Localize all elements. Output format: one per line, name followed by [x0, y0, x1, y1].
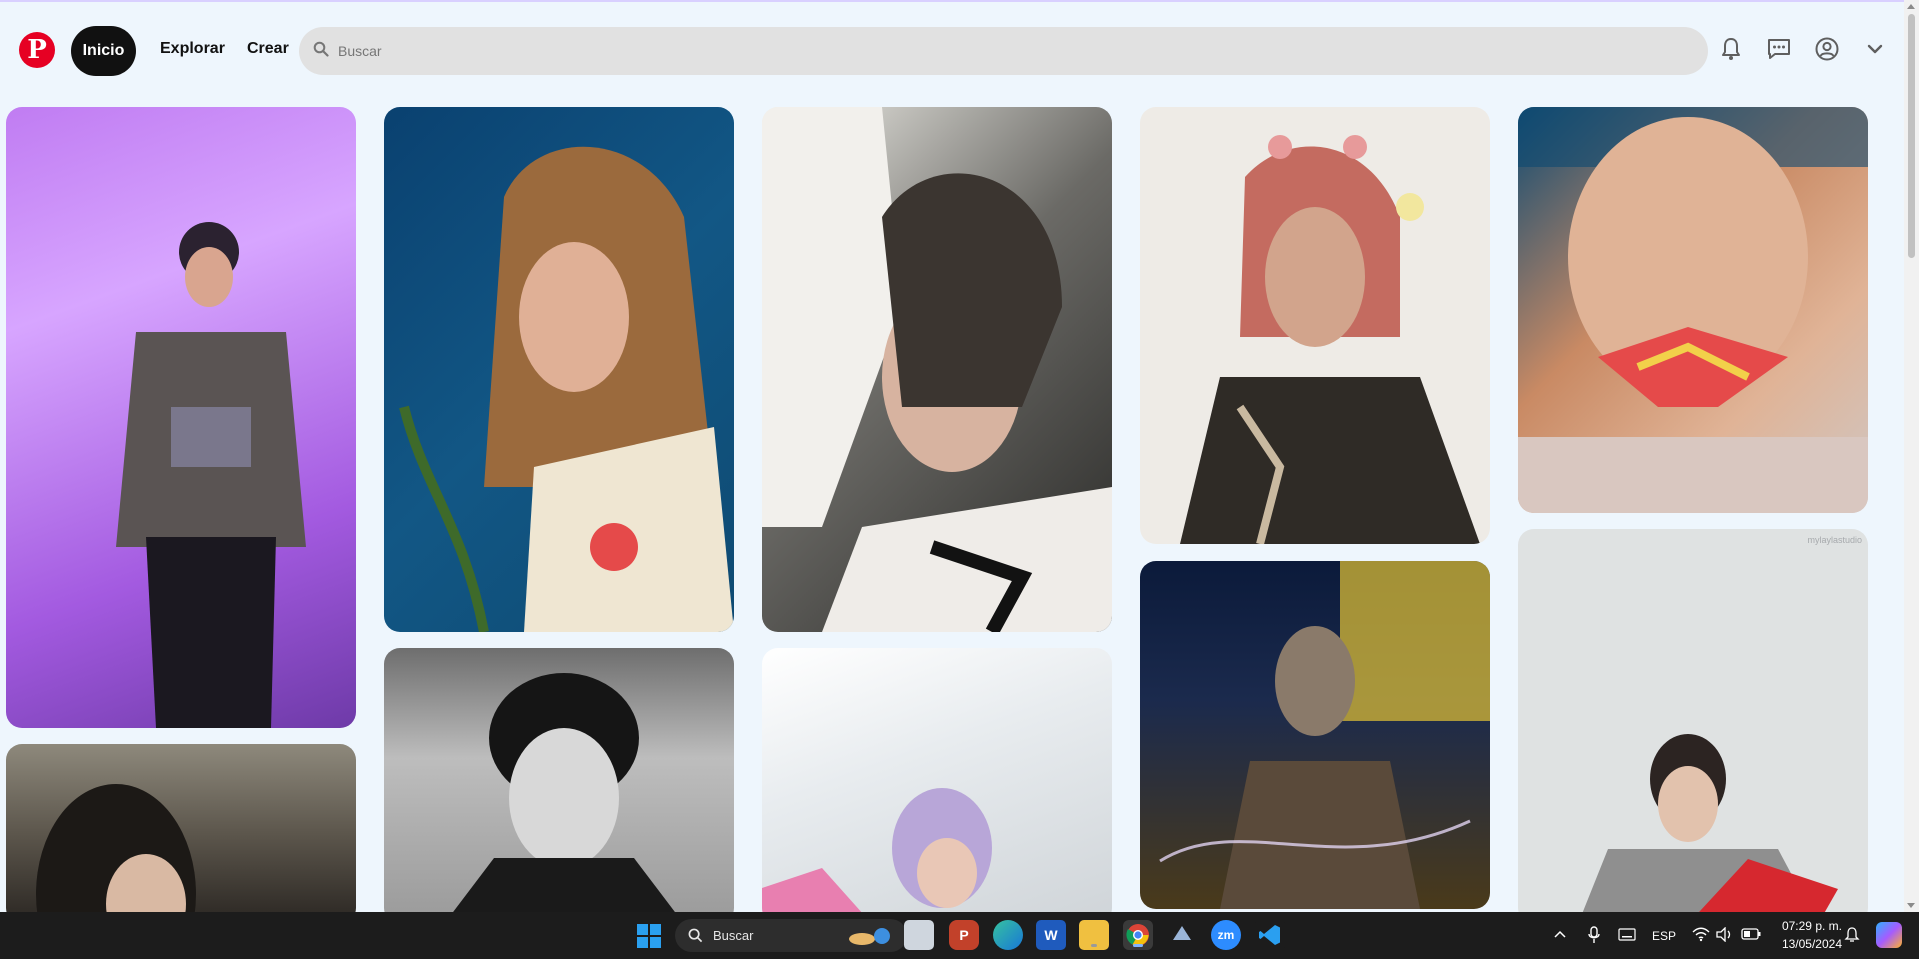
pin-image: [1518, 107, 1868, 513]
pin-image: [444, 673, 684, 924]
pin-image: [36, 784, 196, 924]
search-icon: [313, 41, 329, 57]
logo-letter: P: [27, 35, 47, 65]
search-input[interactable]: [338, 37, 1638, 65]
taskbar-search[interactable]: Buscar: [675, 919, 907, 952]
pin-image: [762, 107, 1112, 632]
copilot-icon[interactable]: [1876, 922, 1902, 948]
active-indicator: [1133, 944, 1143, 947]
pin-woman-braids-blue-flowers[interactable]: [384, 107, 734, 632]
taskbar-search-icon: [688, 928, 703, 943]
search-highlight-icon: [849, 928, 890, 945]
microphone-icon[interactable]: [1588, 926, 1600, 944]
pin-concert-man-purple[interactable]: [6, 107, 356, 728]
pin-woman-purple-hair-selfie[interactable]: [762, 648, 1112, 924]
file-explorer-icon[interactable]: [1079, 920, 1109, 950]
task-view-icon[interactable]: [904, 920, 934, 950]
scroll-up-arrow-icon[interactable]: [1907, 4, 1915, 9]
pin-man-pink-hair-flowers[interactable]: [1140, 107, 1490, 544]
pin-man-bw-portrait[interactable]: [384, 648, 734, 924]
nav-home-button[interactable]: Inicio: [71, 26, 136, 76]
windows-start-icon[interactable]: [637, 924, 661, 948]
clock-date[interactable]: 13/05/2024: [1775, 937, 1842, 951]
windows-taskbar: Buscar P W zm ESP 07:29 p. m. 13/05/2024: [0, 912, 1919, 959]
taskbar-search-label: Buscar: [713, 928, 754, 943]
nav-create-link[interactable]: Crear: [247, 40, 289, 58]
nav-explore-link[interactable]: Explorar: [160, 40, 225, 58]
chat-icon[interactable]: [1766, 36, 1792, 62]
search-bar[interactable]: [299, 27, 1708, 75]
page-scrollbar[interactable]: [1904, 0, 1919, 912]
pin-watermark: mylaylastudio: [1807, 535, 1862, 545]
tray-expand-icon[interactable]: [1554, 929, 1566, 939]
p-app-icon[interactable]: P: [949, 920, 979, 950]
input-language-label[interactable]: ESP: [1652, 929, 1676, 943]
clock-time[interactable]: 07:29 p. m.: [1779, 919, 1842, 933]
notification-bell-icon[interactable]: [1844, 927, 1860, 943]
pin-image: [1159, 561, 1490, 909]
wifi-icon[interactable]: [1692, 927, 1710, 942]
chevron-down-icon[interactable]: [1862, 36, 1888, 62]
pin-image: [1180, 135, 1480, 544]
vpn-triangle-icon: [1173, 926, 1191, 940]
pin-woman-lily-flower[interactable]: [1518, 107, 1868, 513]
scrollbar-thumb[interactable]: [1908, 14, 1915, 258]
pin-image: [762, 788, 992, 924]
word-icon[interactable]: W: [1036, 920, 1066, 950]
running-indicator: [1091, 944, 1097, 947]
pin-image: [1578, 734, 1838, 924]
edge-icon[interactable]: [993, 920, 1023, 950]
word-letter: W: [1044, 927, 1058, 943]
keyboard-icon[interactable]: [1618, 928, 1636, 941]
bell-icon[interactable]: [1718, 36, 1744, 62]
pin-woman-restaurant[interactable]: [6, 744, 356, 924]
account-icon[interactable]: [1814, 36, 1840, 62]
chrome-icon[interactable]: [1123, 920, 1153, 950]
vscode-icon[interactable]: [1255, 920, 1285, 950]
pinterest-logo[interactable]: P: [19, 32, 55, 68]
pin-image: [116, 222, 306, 728]
scroll-down-arrow-icon[interactable]: [1907, 903, 1915, 908]
zoom-icon[interactable]: zm: [1211, 920, 1241, 950]
pin-man-grey-sweater[interactable]: mylaylastudio: [1518, 529, 1868, 924]
volume-icon[interactable]: [1716, 927, 1733, 942]
vscode-logo-icon: [1259, 925, 1280, 945]
pin-woman-white-ruffles[interactable]: [762, 107, 1112, 632]
battery-icon[interactable]: [1741, 928, 1761, 940]
pin-image: [399, 146, 734, 632]
top-navigation-bar: P Inicio Explorar Crear: [0, 0, 1919, 100]
proton-vpn-icon[interactable]: [1167, 920, 1197, 950]
zoom-label: zm: [1217, 928, 1235, 942]
pin-man-yellow-lights[interactable]: [1140, 561, 1490, 909]
